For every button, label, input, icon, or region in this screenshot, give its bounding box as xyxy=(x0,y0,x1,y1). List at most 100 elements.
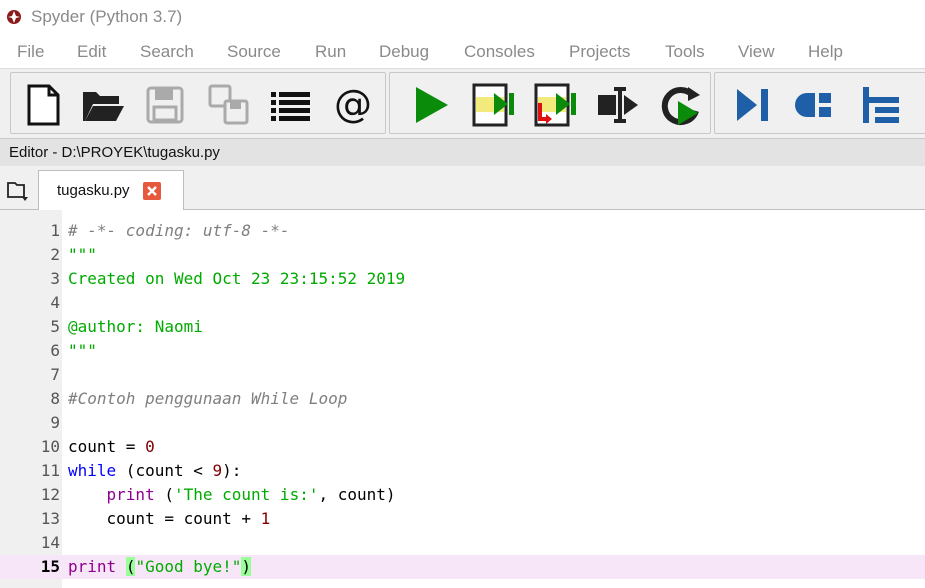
code-token: # -*- coding: utf-8 -*- xyxy=(68,221,290,240)
spyder-logo-icon xyxy=(7,10,21,24)
menu-source[interactable]: Source xyxy=(227,42,281,62)
code-token: ): xyxy=(222,461,242,480)
code-token: (count < xyxy=(116,461,213,480)
step-icon[interactable] xyxy=(795,83,839,127)
code-token: 1 xyxy=(260,509,271,528)
browse-tabs-icon[interactable] xyxy=(6,179,34,203)
at-sign-icon[interactable]: @ xyxy=(331,83,375,127)
title-bar: Spyder (Python 3.7) xyxy=(0,0,925,36)
code-token: """ xyxy=(68,245,97,264)
save-icon[interactable] xyxy=(143,83,187,127)
code-token: 9 xyxy=(212,461,223,480)
line-number: 13 xyxy=(40,509,60,528)
code-line[interactable]: 14 xyxy=(0,531,925,555)
line-number: 6 xyxy=(50,341,60,360)
code-line[interactable]: 2 """ xyxy=(0,243,925,267)
code-token: print xyxy=(106,485,155,504)
menu-projects[interactable]: Projects xyxy=(569,42,630,62)
code-token: ( xyxy=(125,557,136,576)
code-text: """ xyxy=(68,339,97,363)
code-line[interactable]: 4 xyxy=(0,291,925,315)
menu-bar: File Edit Search Source Run Debug Consol… xyxy=(0,36,925,68)
code-text: print ('The count is:', count) xyxy=(68,483,396,507)
code-token: , count) xyxy=(318,485,396,504)
menu-tools[interactable]: Tools xyxy=(665,42,705,62)
menu-edit[interactable]: Edit xyxy=(77,42,106,62)
code-text: """ xyxy=(68,243,97,267)
line-number: 5 xyxy=(50,317,60,336)
code-token: while xyxy=(68,461,117,480)
menu-file[interactable]: File xyxy=(17,42,44,62)
code-token: count = xyxy=(68,437,146,456)
code-text: Created on Wed Oct 23 23:15:52 2019 xyxy=(68,267,405,291)
code-line[interactable]: 15 print ("Good bye!") xyxy=(0,555,925,579)
save-all-icon[interactable] xyxy=(207,83,251,127)
menu-view[interactable]: View xyxy=(738,42,775,62)
code-text: count = count + 1 xyxy=(68,507,271,531)
code-text: print ("Good bye!") xyxy=(68,555,252,579)
new-file-icon[interactable] xyxy=(21,83,65,127)
code-editor[interactable]: 1 # -*- coding: utf-8 -*- 2 """ 3 Created on … xyxy=(0,210,925,588)
svg-text:@: @ xyxy=(334,83,372,126)
code-token: ( xyxy=(154,485,174,504)
window-title: Spyder (Python 3.7) xyxy=(31,7,183,26)
file-toolbar: @ xyxy=(10,72,386,134)
code-line[interactable]: 11 while (count < 9): xyxy=(0,459,925,483)
rerun-icon[interactable] xyxy=(658,83,702,127)
menu-debug[interactable]: Debug xyxy=(379,42,429,62)
debug-icon[interactable] xyxy=(731,83,775,127)
code-line[interactable]: 10 count = 0 xyxy=(0,435,925,459)
editor-tab-bar: tugasku.py xyxy=(0,166,925,211)
code-token: "Good bye!" xyxy=(135,557,242,576)
code-line[interactable]: 6 """ xyxy=(0,339,925,363)
tab-tugasku-py[interactable]: tugasku.py xyxy=(38,170,184,211)
code-text: # -*- coding: utf-8 -*- xyxy=(68,219,290,243)
code-line[interactable]: 5 @author: Naomi xyxy=(0,315,925,339)
menu-run[interactable]: Run xyxy=(315,42,346,62)
code-token: @author: Naomi xyxy=(68,317,203,336)
editor-path-label: Editor - D:\PROYEK\tugasku.py xyxy=(9,144,220,161)
run-cell-icon[interactable] xyxy=(472,83,516,127)
editor-pane-header: Editor - D:\PROYEK\tugasku.py xyxy=(0,138,925,167)
code-token: 'The count is:' xyxy=(173,485,319,504)
code-token: ) xyxy=(241,557,252,576)
menu-help[interactable]: Help xyxy=(808,42,843,62)
run-cell-advance-icon[interactable] xyxy=(534,83,578,127)
code-line[interactable]: 1 # -*- coding: utf-8 -*- xyxy=(0,219,925,243)
line-number: 1 xyxy=(50,221,60,240)
line-number: 9 xyxy=(50,413,60,432)
tab-label: tugasku.py xyxy=(57,182,130,199)
step-into-icon[interactable] xyxy=(859,83,903,127)
run-selection-icon[interactable] xyxy=(596,83,640,127)
code-line[interactable]: 8 #Contoh penggunaan While Loop xyxy=(0,387,925,411)
code-line[interactable]: 12 print ('The count is:', count) xyxy=(0,483,925,507)
toolbar: @ xyxy=(0,68,925,135)
menu-search[interactable]: Search xyxy=(140,42,194,62)
code-text: while (count < 9): xyxy=(68,459,241,483)
code-token: 0 xyxy=(145,437,155,456)
code-token: count = count + xyxy=(68,509,261,528)
menu-consoles[interactable]: Consoles xyxy=(464,42,535,62)
line-number: 12 xyxy=(40,485,60,504)
code-text: #Contoh penggunaan While Loop xyxy=(68,387,347,411)
code-text: @author: Naomi xyxy=(68,315,203,339)
code-line[interactable]: 9 xyxy=(0,411,925,435)
list-icon[interactable] xyxy=(269,83,313,127)
line-number: 10 xyxy=(40,437,60,456)
code-line[interactable]: 7 xyxy=(0,363,925,387)
code-line[interactable]: 13 count = count + 1 xyxy=(0,507,925,531)
line-number: 2 xyxy=(50,245,60,264)
run-icon[interactable] xyxy=(410,83,454,127)
debug-toolbar xyxy=(714,72,925,134)
line-number: 7 xyxy=(50,365,60,384)
code-token: #Contoh penggunaan While Loop xyxy=(68,389,348,408)
line-number: 3 xyxy=(50,269,60,288)
close-tab-icon[interactable] xyxy=(143,182,161,200)
line-number: 14 xyxy=(40,533,60,552)
code-token: Created on Wed Oct 23 23:15:52 2019 xyxy=(68,269,406,288)
code-token: print xyxy=(68,557,117,576)
code-line[interactable]: 3 Created on Wed Oct 23 23:15:52 2019 xyxy=(0,267,925,291)
open-folder-icon[interactable] xyxy=(81,83,125,127)
